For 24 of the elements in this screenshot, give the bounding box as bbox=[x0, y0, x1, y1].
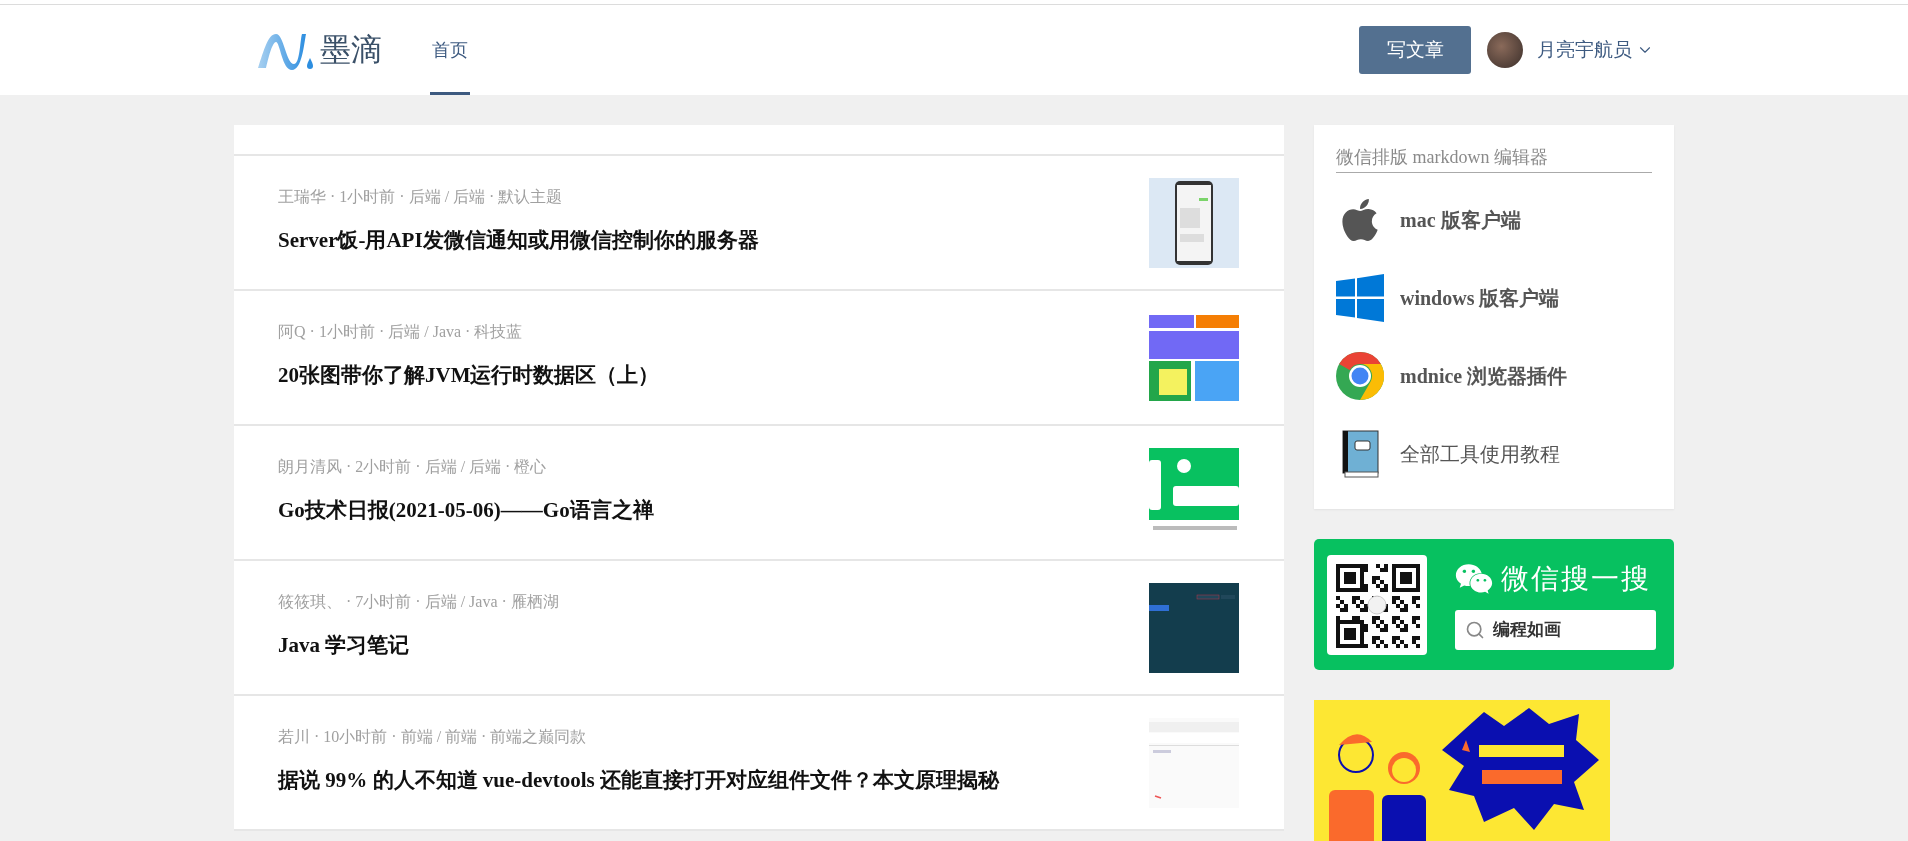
nav-tab[interactable]: 首页 bbox=[430, 8, 470, 95]
article-meta: 王瑞华 · 1小时前 · 后端 / 后端 · 默认主题 bbox=[278, 187, 564, 207]
article-meta: 筱筱琪、 · 7小时前 · 后端 / Java · 雁栖湖 bbox=[278, 592, 560, 612]
tool-link[interactable]: mac 版客户端 bbox=[1336, 181, 1652, 259]
user-menu[interactable]: 月亮宇航员 bbox=[1537, 37, 1654, 63]
article-title[interactable]: 据说 99% 的人不知道 vue-devtools 还能直接打开对应组件文件？本文原理揭秘 bbox=[278, 766, 1149, 794]
logo-text: 墨滴 bbox=[320, 30, 382, 69]
write-article-button[interactable]: 写文章 bbox=[1359, 26, 1471, 74]
avatar[interactable] bbox=[1487, 32, 1523, 68]
tool-link[interactable]: 全部工具使用教程 bbox=[1336, 415, 1652, 493]
article-meta: 阿Q · 1小时前 · 后端 / Java · 科技蓝 bbox=[278, 322, 524, 342]
chrome-icon bbox=[1336, 352, 1384, 400]
tools-title: 微信排版 markdown 编辑器 bbox=[1336, 145, 1652, 173]
tool-link[interactable]: mdnice 浏览器插件 bbox=[1336, 337, 1652, 415]
article-meta: 朗月清风 · 2小时前 · 后端 / 后端 · 橙心 bbox=[278, 457, 548, 477]
article-title[interactable]: Java 学习笔记 bbox=[278, 631, 1149, 659]
article-meta: 若川 · 10小时前 · 前端 / 前端 · 前端之巅同款 bbox=[278, 727, 588, 747]
tool-link[interactable]: windows 版客户端 bbox=[1336, 259, 1652, 337]
article-title[interactable]: 20张图带你了解JVM运行时数据区（上） bbox=[278, 361, 1149, 389]
windows-icon bbox=[1336, 274, 1384, 322]
article-title[interactable]: Go技术日报(2021-05-06)——Go语言之禅 bbox=[278, 496, 1149, 524]
search-icon bbox=[1465, 619, 1485, 640]
article-title[interactable]: Server饭-用API发微信通知或用微信控制你的服务器 bbox=[278, 226, 1149, 254]
wechat-search-title: 微信搜一搜 bbox=[1501, 560, 1651, 597]
